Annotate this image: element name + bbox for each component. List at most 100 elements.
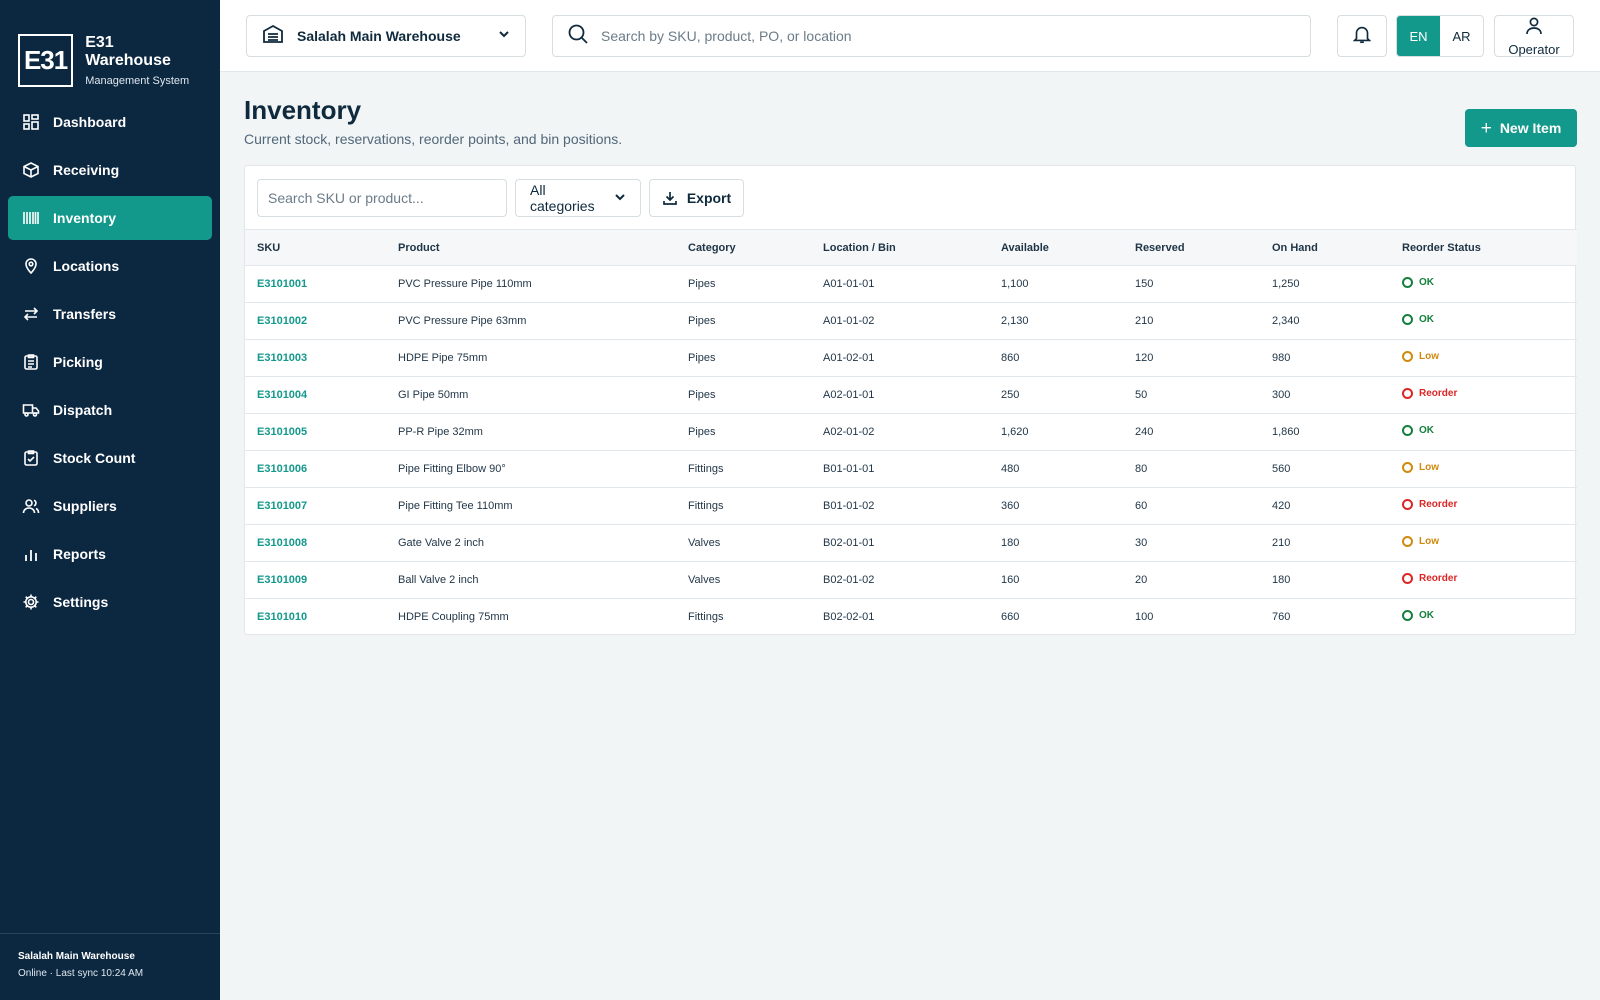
category-cell: Pipes <box>688 426 716 438</box>
available-cell: 860 <box>1001 352 1020 364</box>
sidebar-item-stock-count[interactable]: Stock Count <box>8 436 212 480</box>
status-label: Low <box>1419 536 1439 547</box>
new-item-button[interactable]: + New Item <box>1465 109 1577 147</box>
column-header-product[interactable]: Product <box>386 230 676 266</box>
sidebar-item-label: Dashboard <box>53 114 127 130</box>
reserved-cell: 80 <box>1135 463 1148 475</box>
sidebar-item-transfers[interactable]: Transfers <box>8 292 212 336</box>
product-cell: Gate Valve 2 inch <box>398 537 485 549</box>
on-hand-cell: 560 <box>1272 463 1291 475</box>
column-header-reorder-status[interactable]: Reorder Status <box>1390 230 1577 266</box>
sidebar-item-dispatch[interactable]: Dispatch <box>8 388 212 432</box>
available-cell: 1,100 <box>1001 278 1029 290</box>
on-hand-cell: 420 <box>1272 500 1291 512</box>
inventory-search-input[interactable] <box>257 178 507 217</box>
users-icon <box>22 497 40 515</box>
column-header-sku[interactable]: SKU <box>245 230 386 266</box>
table-row[interactable]: E3101010 HDPE Coupling 75mm Fittings B02-02… <box>245 599 1577 636</box>
column-header-location-bin[interactable]: Location / Bin <box>811 230 989 266</box>
location-cell: A01-01-02 <box>823 315 875 327</box>
sku-cell[interactable]: E3101003 <box>245 340 386 377</box>
reorder-status-cell: Low <box>1390 340 1577 377</box>
sku-cell[interactable]: E3101009 <box>245 562 386 599</box>
status-badge: Low <box>1402 462 1439 473</box>
sku-cell[interactable]: E3101002 <box>245 303 386 340</box>
table-row[interactable]: E3101007 Pipe Fitting Tee 110mm Fittings B0… <box>245 488 1577 525</box>
column-header-on-hand[interactable]: On Hand <box>1260 230 1390 266</box>
sku-cell[interactable]: E3101010 <box>245 599 386 636</box>
sidebar-item-picking[interactable]: Picking <box>8 340 212 384</box>
lang-en-button[interactable]: EN <box>1397 16 1440 56</box>
status-badge: OK <box>1402 314 1434 325</box>
language-toggle: EN AR <box>1396 15 1484 57</box>
reserved-cell: 150 <box>1135 278 1154 290</box>
category-cell: Pipes <box>688 352 716 364</box>
column-header-category[interactable]: Category <box>676 230 811 266</box>
export-button[interactable]: Export <box>649 178 744 217</box>
lang-ar-button[interactable]: AR <box>1440 16 1483 56</box>
sidebar-item-label: Reports <box>53 546 106 562</box>
product-cell: PVC Pressure Pipe 110mm <box>398 278 532 290</box>
sidebar-item-settings[interactable]: Settings <box>8 580 212 624</box>
map-pin-icon <box>22 257 40 275</box>
table-row[interactable]: E3101008 Gate Valve 2 inch Valves B02-01-01… <box>245 525 1577 562</box>
status-label: OK <box>1419 610 1434 622</box>
sidebar-footer: Salalah Main Warehouse Online · Last syn… <box>0 933 220 1000</box>
category-cell: Fittings <box>688 611 724 624</box>
download-icon <box>662 190 678 206</box>
table-row[interactable]: E3101001 PVC Pressure Pipe 110mm Pipes A01-… <box>245 266 1577 303</box>
category-select-value: All categories <box>530 181 595 214</box>
sidebar: E31 E31 Warehouse Management System Dash… <box>0 0 220 1000</box>
category-cell: Pipes <box>688 315 716 327</box>
sidebar-item-inventory[interactable]: Inventory <box>8 196 212 240</box>
sku-cell[interactable]: E3101001 <box>245 266 386 303</box>
sidebar-item-locations[interactable]: Locations <box>8 244 212 288</box>
barcode-icon <box>22 209 40 227</box>
status-circle-icon <box>1402 610 1413 622</box>
sidebar-item-label: Settings <box>53 594 109 610</box>
sidebar-item-suppliers[interactable]: Suppliers <box>8 484 212 528</box>
footer-warehouse: Salalah Main Warehouse <box>18 951 135 962</box>
sku-cell[interactable]: E3101006 <box>245 451 386 488</box>
gear-icon <box>22 593 40 611</box>
category-cell: Valves <box>688 574 721 586</box>
status-badge: Reorder <box>1402 573 1457 584</box>
available-cell: 180 <box>1001 537 1020 549</box>
sidebar-item-dashboard[interactable]: Dashboard <box>8 100 212 144</box>
status-label: Low <box>1419 462 1439 473</box>
export-label: Export <box>686 189 732 206</box>
sidebar-item-receiving[interactable]: Receiving <box>8 148 212 192</box>
column-header-available[interactable]: Available <box>989 230 1123 266</box>
global-search-input[interactable] <box>601 28 1296 44</box>
brand[interactable]: E31 E31 Warehouse Management System <box>0 0 220 100</box>
table-row[interactable]: E3101002 PVC Pressure Pipe 63mm Pipes A01-0… <box>245 303 1577 340</box>
user-icon <box>1524 16 1544 41</box>
reorder-status-cell: Reorder <box>1390 562 1577 599</box>
reorder-status-cell: OK <box>1390 599 1577 636</box>
table-row[interactable]: E3101005 PP-R Pipe 32mm Pipes A02-01-02 1,62… <box>245 414 1577 451</box>
arrows-swap-icon <box>22 305 40 323</box>
status-badge: OK <box>1402 425 1434 436</box>
status-circle-icon <box>1402 351 1413 362</box>
category-select[interactable]: All categories <box>515 178 641 217</box>
notifications-button[interactable] <box>1337 15 1387 57</box>
sku-cell[interactable]: E3101007 <box>245 488 386 525</box>
table-row[interactable]: E3101004 GI Pipe 50mm Pipes A02-01-01 250 50 3… <box>245 377 1577 414</box>
on-hand-cell: 760 <box>1272 611 1291 624</box>
global-search[interactable] <box>552 15 1311 57</box>
brand-title: E31 Warehouse <box>85 34 171 69</box>
column-header-reserved[interactable]: Reserved <box>1123 230 1260 266</box>
user-menu-button[interactable]: Operator <box>1494 15 1574 57</box>
box-icon <box>22 161 40 179</box>
status-badge: Low <box>1402 351 1439 362</box>
sku-cell[interactable]: E3101005 <box>245 414 386 451</box>
reserved-cell: 120 <box>1135 352 1154 364</box>
sku-cell[interactable]: E3101008 <box>245 525 386 562</box>
table-row[interactable]: E3101003 HDPE Pipe 75mm Pipes A01-02-01 860 1… <box>245 340 1577 377</box>
chevron-down-icon <box>497 27 511 46</box>
warehouse-selector[interactable]: Salalah Main Warehouse <box>246 15 526 57</box>
table-row[interactable]: E3101006 Pipe Fitting Elbow 90° Fittings B0… <box>245 451 1577 488</box>
table-row[interactable]: E3101009 Ball Valve 2 inch Valves B02-01-02… <box>245 562 1577 599</box>
sku-cell[interactable]: E3101004 <box>245 377 386 414</box>
sidebar-item-reports[interactable]: Reports <box>8 532 212 576</box>
